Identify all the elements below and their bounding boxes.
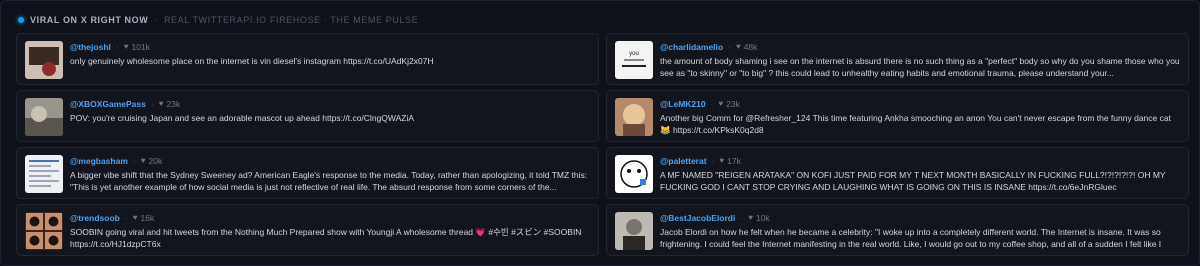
meta-separator: · xyxy=(150,98,154,109)
heart-icon: ♥ xyxy=(735,42,741,51)
post-handle[interactable]: @thejoshl xyxy=(70,42,111,52)
like-count: ♥ 23k xyxy=(159,99,180,109)
like-count-value: 101k xyxy=(131,41,150,52)
like-count: ♥ 16k xyxy=(133,213,154,223)
meta-separator: · xyxy=(740,212,744,223)
document-screenshot-icon[interactable] xyxy=(25,155,63,193)
header-separator: · xyxy=(154,15,158,25)
like-count: ♥ 10k xyxy=(748,213,769,223)
post-handle[interactable]: @LeMK210 xyxy=(660,99,706,109)
meta-separator: · xyxy=(711,155,715,166)
post-handle[interactable]: @BestJacobElordi xyxy=(660,213,735,223)
post-text: Jacob Elordi on how he felt when he beca… xyxy=(660,227,1162,249)
post-card[interactable]: @BestJacobElordi · ♥ 10k Jacob Elordi on ho… xyxy=(606,204,1189,256)
heart-icon: ♥ xyxy=(748,213,753,222)
meta-separator: · xyxy=(728,41,731,52)
like-count-value: 16k xyxy=(140,212,155,223)
post-handle[interactable]: @megbasham xyxy=(70,156,128,166)
like-count: ♥ 23k xyxy=(718,99,739,109)
meta-separator: · xyxy=(115,41,119,52)
post-card[interactable]: @megbasham · ♥ 20k A bigger vibe shift that… xyxy=(16,147,599,199)
like-count-value: 48k xyxy=(743,41,758,52)
meta-separator: · xyxy=(132,155,136,166)
like-count-value: 10k xyxy=(755,212,770,223)
like-count-value: 23k xyxy=(726,98,740,109)
meta-separator: · xyxy=(124,212,128,223)
like-count-value: 17k xyxy=(727,155,741,166)
meta-separator: · xyxy=(710,98,714,109)
post-handle[interactable]: @trendsoob xyxy=(70,213,120,223)
panel-subtitle: REAL TWITTERAPI.IO FIREHOSE · THE MEME P… xyxy=(163,15,419,25)
like-count: ♥ 20k xyxy=(141,156,162,166)
like-count-value: 23k xyxy=(166,98,181,109)
artwork-thumbnail-icon[interactable] xyxy=(615,98,653,136)
heart-icon: ♥ xyxy=(718,99,724,108)
post-card[interactable]: @thejoshl · ♥ 101k only genuinely wholesome… xyxy=(16,33,599,85)
cartoon-avatar-icon[interactable] xyxy=(615,155,653,193)
post-text: A MF NAMED "REIGEN ARATAKA" ON KOFI JUST… xyxy=(660,170,1166,192)
live-indicator-icon xyxy=(18,17,24,23)
svg-text:you: you xyxy=(629,51,639,57)
heart-icon: ♥ xyxy=(123,42,129,51)
handwritten-note-icon[interactable]: you xyxy=(615,41,653,79)
post-handle[interactable]: @charlidamelio xyxy=(660,42,723,52)
post-text: SOOBIN going viral and hit tweets from t… xyxy=(70,227,582,249)
post-text: Another big Comm for @Refresher_124 This… xyxy=(660,113,1171,135)
heart-icon: ♥ xyxy=(158,99,164,108)
post-card[interactable]: @LeMK210 · ♥ 23k Another big Comm for @Refr… xyxy=(606,90,1189,142)
heart-icon: ♥ xyxy=(140,156,146,165)
like-count: ♥ 17k xyxy=(719,156,740,166)
post-text: A bigger vibe shift that the Sydney Swee… xyxy=(70,170,588,192)
post-card[interactable]: you @charlidamelio · ♥ 48k the amount of bo… xyxy=(606,33,1189,85)
like-count: ♥ 48k xyxy=(736,42,757,52)
video-thumbnail-icon[interactable] xyxy=(25,98,63,136)
post-text: POV: you're cruising Japan and see an ad… xyxy=(70,113,415,123)
like-count: ♥ 101k xyxy=(124,42,150,52)
post-text: only genuinely wholesome place on the in… xyxy=(70,56,434,66)
post-card[interactable]: @XBOXGamePass · ♥ 23k POV: you're cruising … xyxy=(16,90,599,142)
portrait-photo-icon[interactable] xyxy=(615,212,653,250)
viral-panel: VIRAL ON X RIGHT NOW · REAL TWITTERAPI.I… xyxy=(0,0,1200,266)
photo-grid-icon[interactable] xyxy=(25,212,63,250)
panel-title: VIRAL ON X RIGHT NOW xyxy=(30,15,149,25)
post-card[interactable]: @paletterat · ♥ 17k A MF NAMED "REIGEN ARAT… xyxy=(606,147,1189,199)
post-text: the amount of body shaming i see on the … xyxy=(660,56,1180,78)
heart-icon: ♥ xyxy=(719,156,725,165)
panel-header: VIRAL ON X RIGHT NOW · REAL TWITTERAPI.I… xyxy=(18,14,418,26)
post-handle[interactable]: @paletterat xyxy=(660,156,707,166)
post-card[interactable]: @trendsoob · ♥ 16k SOOBIN going viral and h… xyxy=(16,204,599,256)
heart-icon: ♥ xyxy=(132,213,138,222)
photo-thumbnail-icon[interactable] xyxy=(25,41,63,79)
post-handle[interactable]: @XBOXGamePass xyxy=(70,99,146,109)
like-count-value: 20k xyxy=(148,155,163,166)
post-grid: @thejoshl · ♥ 101k only genuinely wholesome… xyxy=(16,33,1189,258)
